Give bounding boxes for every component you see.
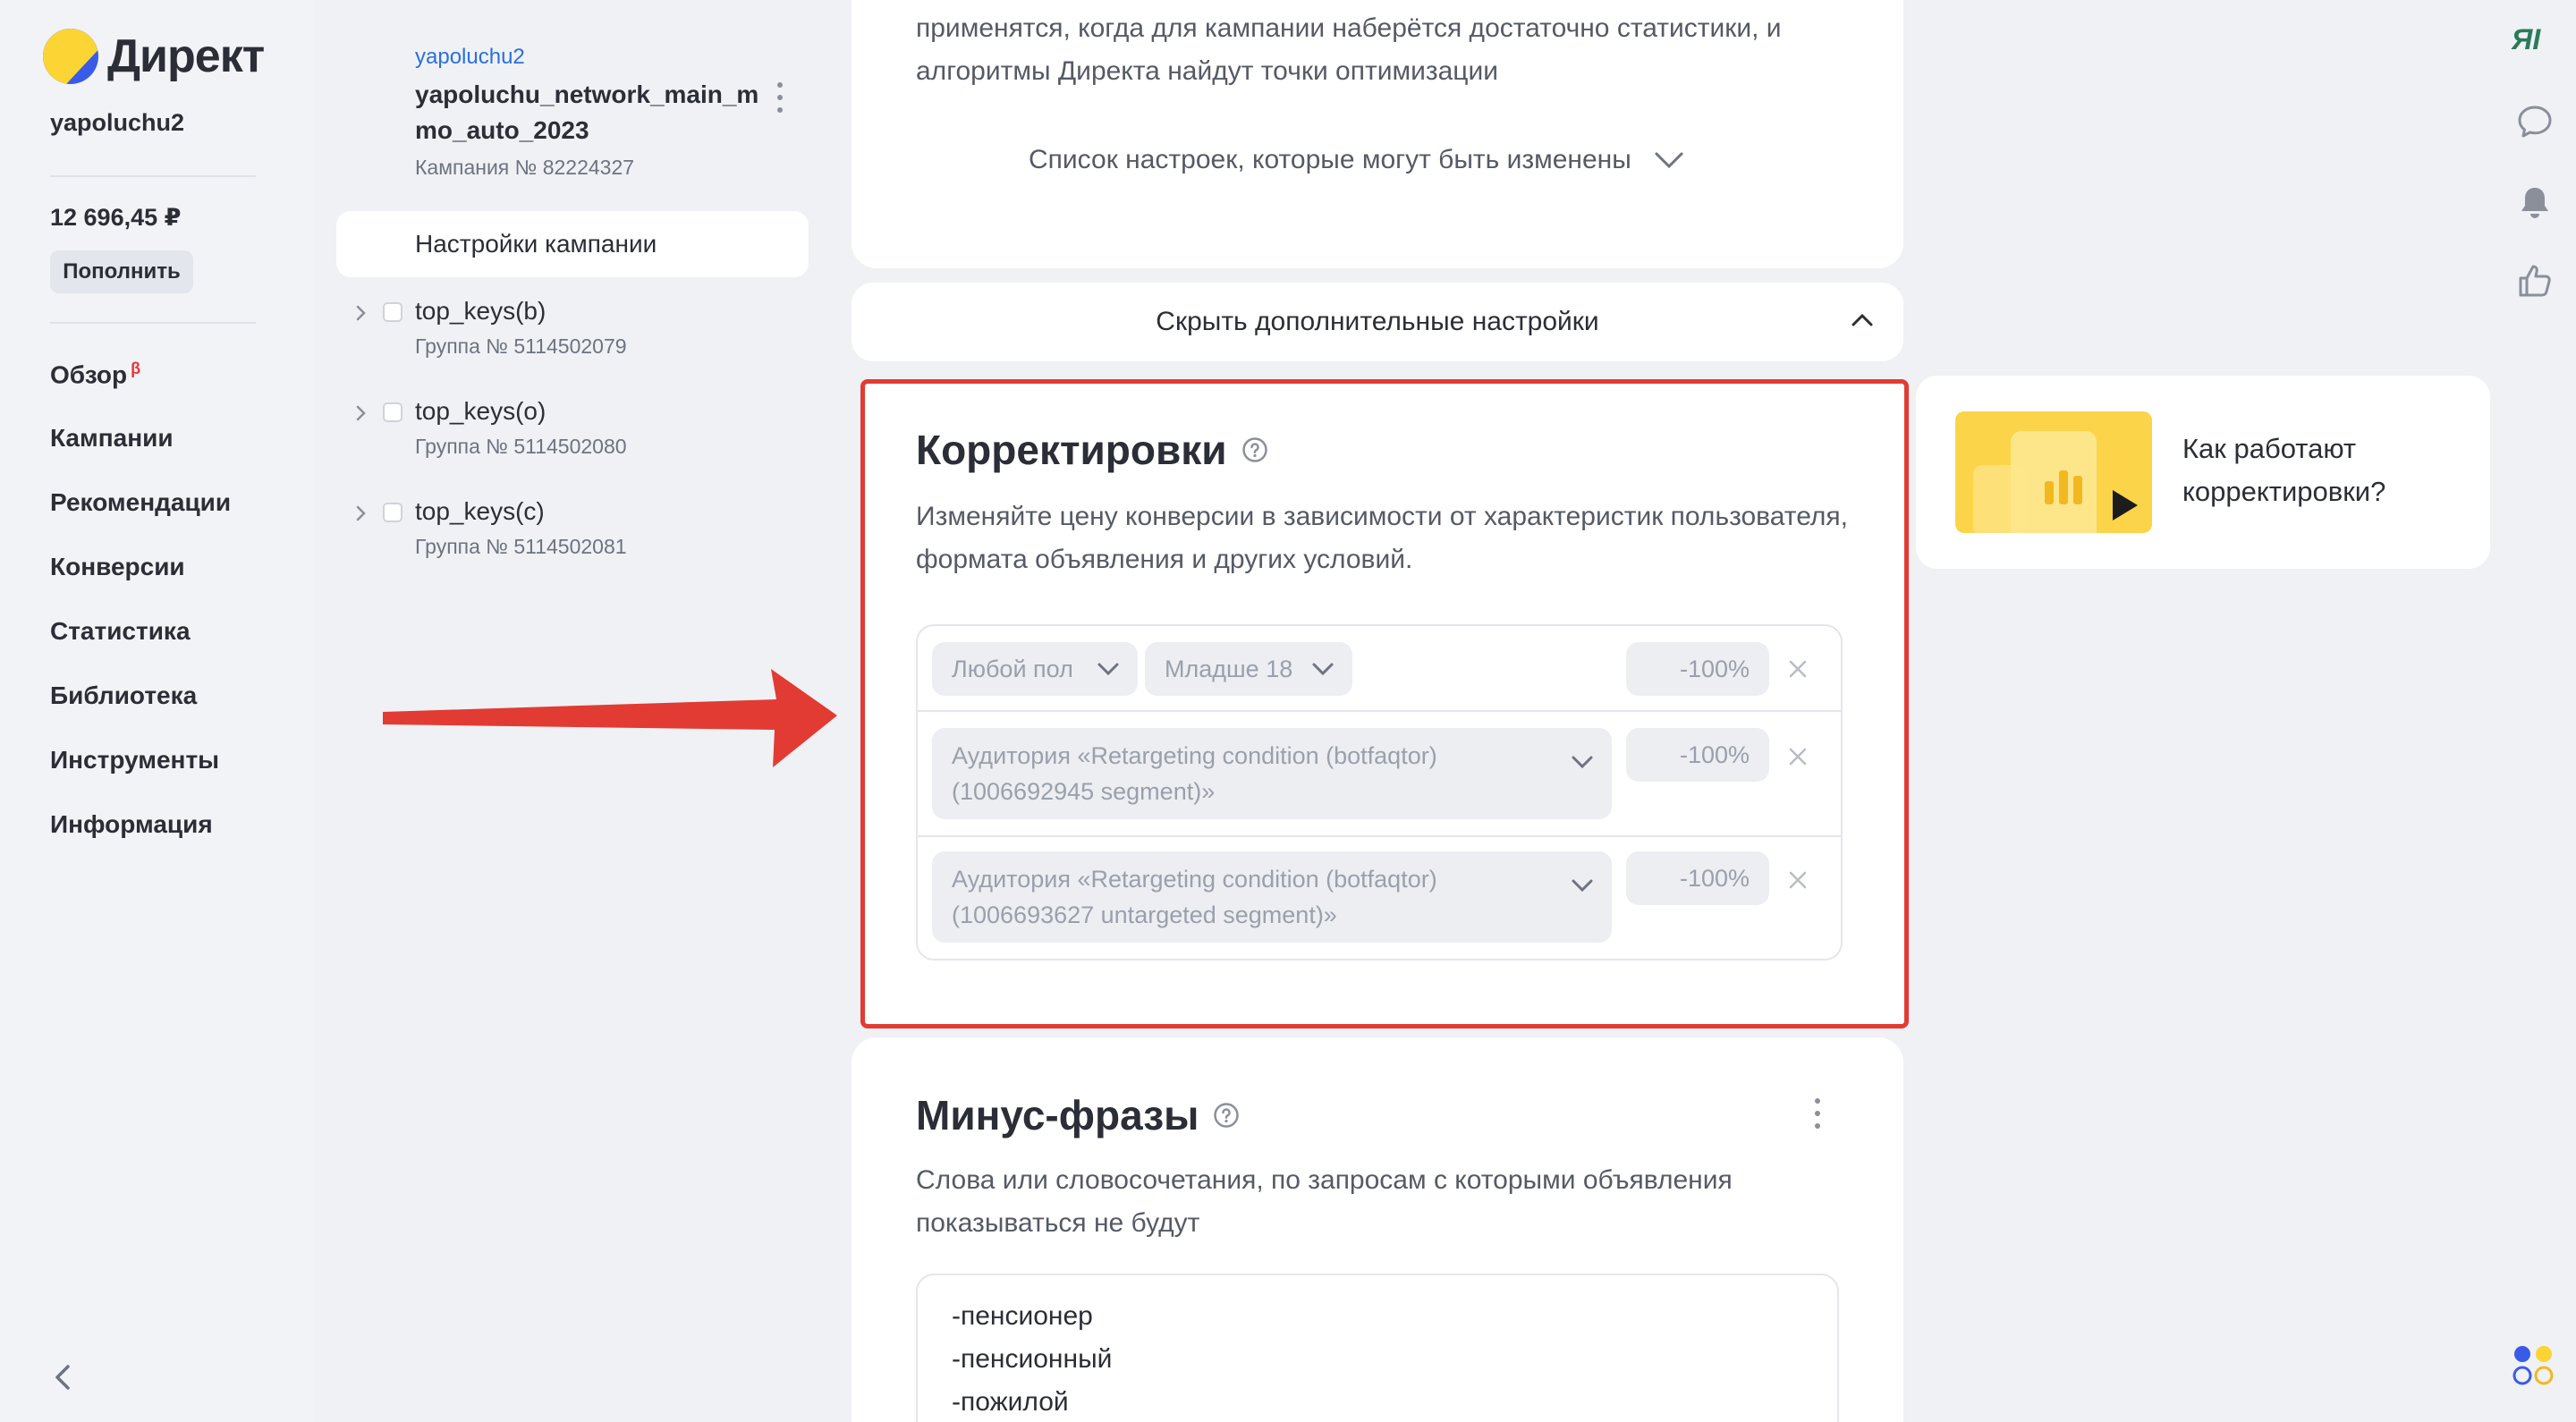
- settings-list-toggle[interactable]: Список настроек, которые могут быть изме…: [1029, 145, 1685, 175]
- account-balance: 12 696,45 ₽: [50, 204, 182, 231]
- group-number: Группа № 5114502080: [415, 435, 627, 458]
- minus-phrase: -пенсионный: [952, 1344, 1113, 1374]
- group-checkbox[interactable]: [383, 402, 402, 422]
- minus-phrases-title-text: Минус-фразы: [916, 1092, 1199, 1138]
- nav-item-info[interactable]: Информация: [50, 810, 213, 839]
- expand-chevron-icon[interactable]: [352, 404, 370, 422]
- hide-additional-settings-label: Скрыть дополнительные настройки: [1156, 307, 1599, 336]
- row-divider: [918, 710, 1841, 712]
- minus-phrase: -пожилой: [952, 1387, 1069, 1417]
- direct-logo[interactable]: Директ: [43, 29, 265, 84]
- video-play-icon: [1973, 431, 2138, 533]
- nav-item-campaigns[interactable]: Кампании: [50, 424, 174, 453]
- yandex-apps-icon[interactable]: [2510, 1342, 2556, 1388]
- remove-icon[interactable]: [1787, 869, 1809, 891]
- chevron-down-icon: [1655, 152, 1683, 169]
- audience-select[interactable]: Аудитория «Retargeting condition (botfaq…: [932, 851, 1612, 943]
- hide-additional-settings-button[interactable]: Скрыть дополнительные настройки: [852, 283, 1903, 361]
- chevron-up-icon: [1852, 313, 1873, 326]
- campaign-settings-item[interactable]: Настройки кампании: [336, 211, 809, 277]
- adjustments-title-text: Корректировки: [916, 427, 1227, 473]
- help-icon[interactable]: [1213, 1102, 1240, 1129]
- adjustment-value-input[interactable]: -100%: [1626, 728, 1769, 782]
- adjustment-value-input[interactable]: -100%: [1626, 851, 1769, 905]
- campaign-number: Кампания № 82224327: [415, 156, 635, 179]
- nav-item-tools[interactable]: Инструменты: [50, 746, 219, 774]
- expand-chevron-icon[interactable]: [352, 504, 370, 522]
- group-checkbox[interactable]: [383, 503, 402, 522]
- group-name[interactable]: top_keys(o): [415, 397, 546, 426]
- campaign-menu-icon[interactable]: [776, 82, 784, 113]
- campaign-settings-label: Настройки кампании: [415, 230, 657, 258]
- gender-select[interactable]: Любой пол: [932, 642, 1138, 696]
- minus-phrases-textarea[interactable]: -пенсионер -пенсионный -пожилой: [916, 1274, 1839, 1422]
- nav-item-statistics[interactable]: Статистика: [50, 617, 191, 646]
- nav-item-conversions[interactable]: Конверсии: [50, 553, 185, 581]
- adjustment-value-input[interactable]: -100%: [1626, 642, 1769, 696]
- adjustments-description: Изменяйте цену конверсии в зависимости о…: [916, 502, 1848, 574]
- nav-item-library[interactable]: Библиотека: [50, 681, 197, 710]
- thumbs-up-icon[interactable]: [2515, 261, 2555, 300]
- help-icon[interactable]: [1241, 436, 1268, 463]
- nav-item-overview[interactable]: Обзор β: [50, 360, 140, 389]
- group-number: Группа № 5114502081: [415, 535, 627, 558]
- group-checkbox[interactable]: [383, 302, 402, 322]
- yandex-id-icon[interactable]: ЯI: [2512, 23, 2540, 56]
- settings-list-label: Список настроек, которые могут быть изме…: [1029, 145, 1631, 174]
- group-number: Группа № 5114502079: [415, 334, 627, 358]
- nav-item-recommendations[interactable]: Рекомендации: [50, 488, 231, 517]
- beta-badge: β: [131, 360, 141, 377]
- minus-phrase: -пенсионер: [952, 1301, 1093, 1331]
- logo-text: Директ: [107, 30, 265, 82]
- chevron-down-icon: [1572, 756, 1593, 769]
- topup-button[interactable]: Пополнить: [50, 250, 193, 293]
- group-name[interactable]: top_keys(c): [415, 497, 545, 526]
- video-thumbnail[interactable]: [1955, 411, 2152, 533]
- audience-select-value: Аудитория «Retargeting condition (botfaq…: [952, 742, 1437, 805]
- age-select[interactable]: Младше 18: [1145, 642, 1352, 696]
- group-name[interactable]: top_keys(b): [415, 297, 546, 326]
- direct-logo-icon: [43, 29, 98, 84]
- remove-icon[interactable]: [1787, 746, 1809, 767]
- collapse-sidebar-icon[interactable]: [50, 1359, 77, 1395]
- video-tutorial-title[interactable]: Как работают корректировки?: [2182, 427, 2469, 513]
- chevron-down-icon: [1572, 879, 1593, 893]
- chat-icon[interactable]: [2515, 102, 2555, 141]
- minus-phrases-description: Слова или словосочетания, по запросам с …: [916, 1165, 1733, 1238]
- gender-select-value: Любой пол: [952, 655, 1073, 682]
- chevron-down-icon: [1097, 663, 1119, 676]
- row-divider: [918, 835, 1841, 837]
- audience-select-value: Аудитория «Retargeting condition (botfaq…: [952, 866, 1437, 928]
- audience-select[interactable]: Аудитория «Retargeting condition (botfaq…: [932, 728, 1612, 819]
- adjustments-title: Корректировки: [916, 426, 1268, 474]
- remove-icon[interactable]: [1787, 658, 1809, 680]
- nav-divider: [50, 322, 256, 324]
- chevron-down-icon: [1312, 663, 1334, 676]
- age-select-value: Младше 18: [1165, 655, 1293, 682]
- tree-login-link[interactable]: yapoluchu2: [415, 45, 525, 70]
- strategy-info-text: применятся, когда для кампании наберётся…: [916, 13, 1782, 86]
- expand-chevron-icon[interactable]: [352, 304, 370, 322]
- nav-divider: [50, 175, 256, 177]
- bell-icon[interactable]: [2515, 182, 2555, 222]
- nav-item-label: Обзор: [50, 360, 128, 389]
- account-login[interactable]: yapoluchu2: [50, 109, 184, 137]
- minus-phrases-menu-icon[interactable]: [1814, 1098, 1821, 1129]
- minus-phrases-title: Минус-фразы: [916, 1091, 1240, 1139]
- campaign-name[interactable]: yapoluchu_network_main_mmo_auto_2023: [415, 77, 773, 148]
- red-arrow-annotation: [383, 669, 837, 767]
